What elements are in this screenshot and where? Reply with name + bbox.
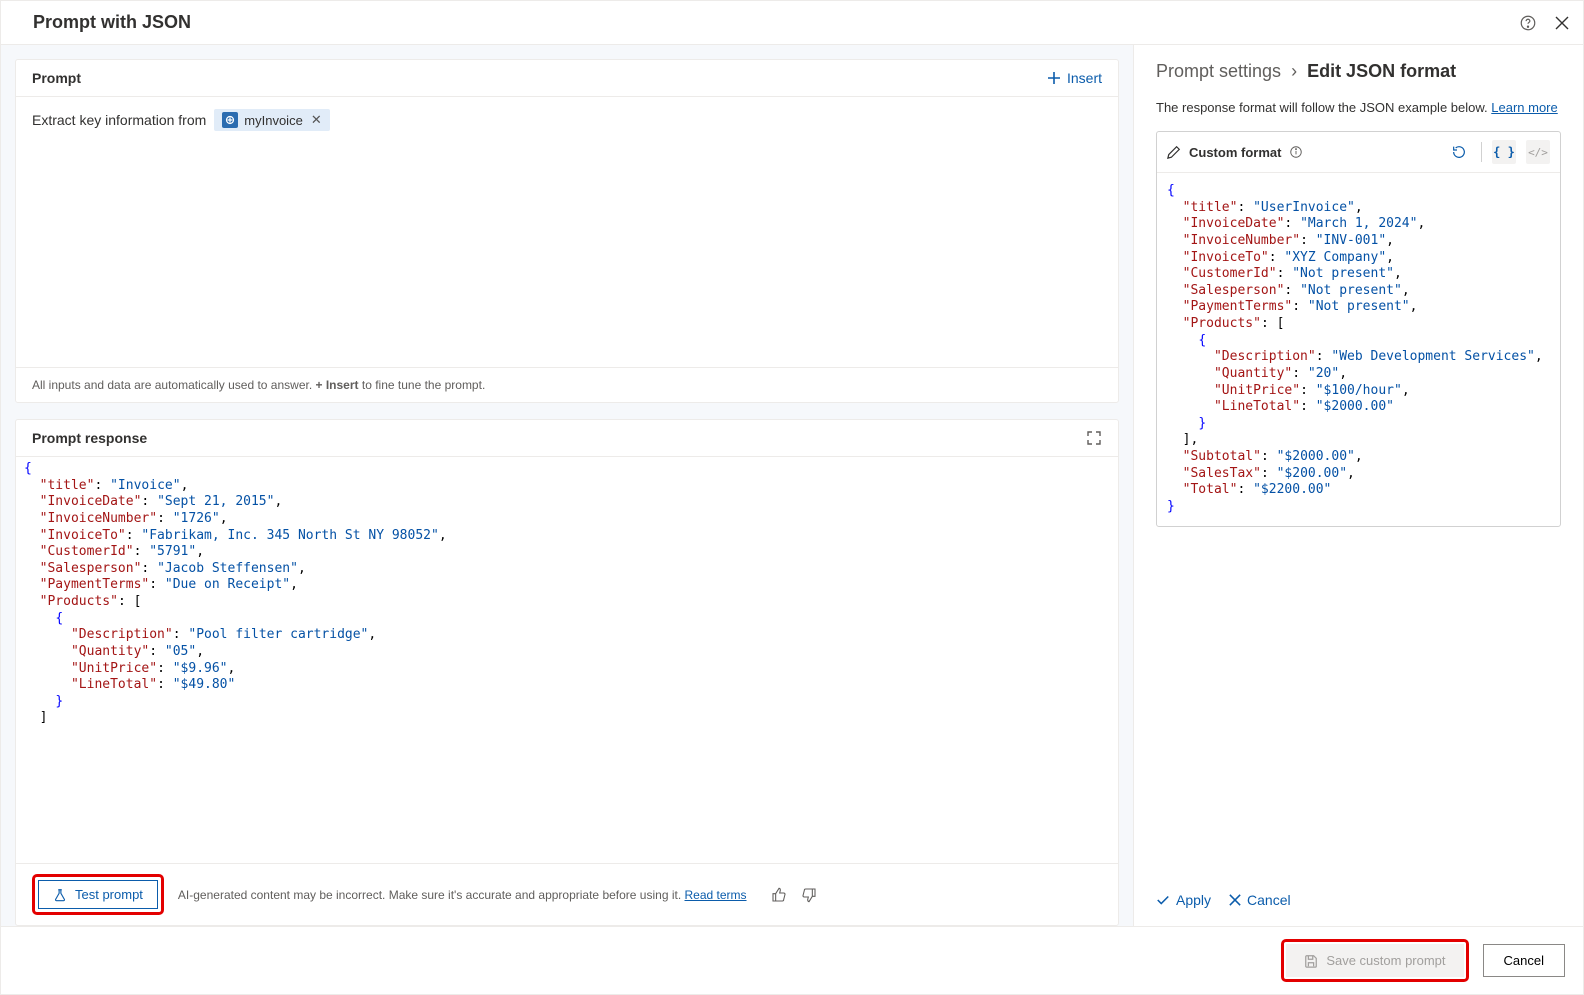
insert-button[interactable]: Insert [1047, 70, 1102, 86]
prompt-panel: Prompt Insert Extract key information fr… [15, 59, 1119, 403]
input-chip-myinvoice[interactable]: myInvoice ✕ [214, 109, 329, 131]
test-prompt-label: Test prompt [75, 887, 143, 902]
inline-cancel-button[interactable]: Cancel [1229, 892, 1291, 908]
test-prompt-button[interactable]: Test prompt [38, 880, 158, 909]
custom-format-panel: Custom format { } </> { "titl [1156, 131, 1561, 527]
breadcrumb-parent[interactable]: Prompt settings [1156, 61, 1281, 82]
help-icon[interactable] [1519, 14, 1537, 32]
prompt-text-prefix: Extract key information from [32, 112, 206, 128]
response-panel-title: Prompt response [32, 430, 1086, 446]
close-icon[interactable] [1555, 16, 1569, 30]
expand-icon[interactable] [1086, 430, 1102, 446]
json-view-icon[interactable]: { } [1492, 140, 1516, 164]
learn-more-link[interactable]: Learn more [1491, 100, 1557, 115]
save-custom-prompt-button[interactable]: Save custom prompt [1286, 944, 1463, 977]
titlebar: Prompt with JSON [1, 1, 1583, 45]
ai-disclaimer: AI-generated content may be incorrect. M… [178, 888, 747, 902]
code-view-icon[interactable]: </> [1526, 140, 1550, 164]
response-panel: Prompt response { "title": "Invoice", "I… [15, 419, 1119, 926]
page-title: Prompt with JSON [33, 12, 1519, 33]
test-prompt-highlight: Test prompt [32, 874, 164, 915]
insert-label: Insert [1067, 70, 1102, 86]
format-description: The response format will follow the JSON… [1134, 90, 1583, 131]
info-icon[interactable] [1289, 145, 1303, 159]
reset-icon[interactable] [1447, 140, 1471, 164]
chip-label: myInvoice [244, 113, 303, 128]
cancel-button[interactable]: Cancel [1483, 944, 1565, 977]
left-column: Prompt Insert Extract key information fr… [1, 45, 1133, 926]
prompt-panel-title: Prompt [32, 70, 1047, 86]
chip-remove-icon[interactable]: ✕ [311, 112, 322, 128]
read-terms-link[interactable]: Read terms [685, 888, 747, 902]
custom-format-label: Custom format [1189, 145, 1281, 160]
document-icon [222, 112, 238, 128]
right-column: Prompt settings › Edit JSON format The r… [1133, 45, 1583, 926]
thumbs-up-icon[interactable] [771, 887, 787, 903]
breadcrumb-current: Edit JSON format [1307, 61, 1456, 82]
response-json-viewer[interactable]: { "title": "Invoice", "InvoiceDate": "Se… [16, 456, 1118, 863]
edit-icon [1167, 145, 1181, 159]
breadcrumb: Prompt settings › Edit JSON format [1134, 45, 1583, 90]
custom-format-editor[interactable]: { "title": "UserInvoice", "InvoiceDate":… [1157, 173, 1560, 526]
prompt-footer-hint: All inputs and data are automatically us… [16, 367, 1118, 402]
dialog-footer: Save custom prompt Cancel [1, 926, 1583, 994]
save-button-highlight: Save custom prompt [1281, 939, 1468, 982]
apply-button[interactable]: Apply [1156, 892, 1211, 908]
chevron-right-icon: › [1291, 61, 1297, 82]
prompt-input-area[interactable]: Extract key information from myInvoice ✕ [16, 97, 1118, 367]
thumbs-down-icon[interactable] [801, 887, 817, 903]
